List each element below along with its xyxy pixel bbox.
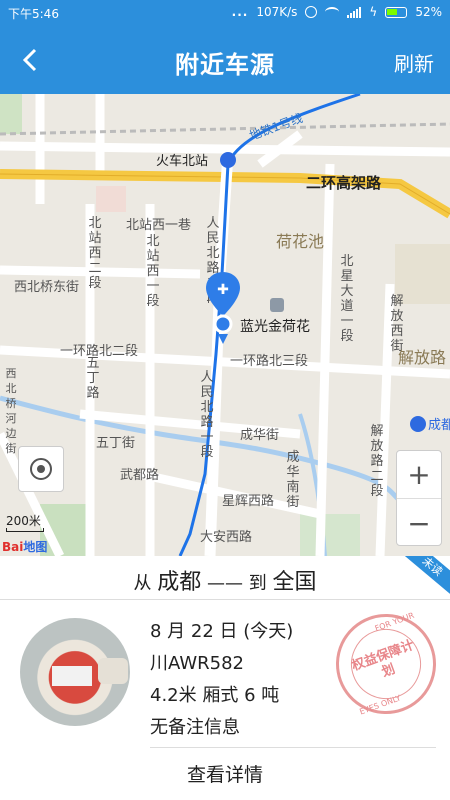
zoom-out-button[interactable]: − [397, 499, 441, 547]
zoom-in-button[interactable]: + [397, 451, 441, 499]
locate-button[interactable] [18, 446, 64, 492]
map-label-wudingjie: 五丁街 [96, 436, 136, 451]
more-notifications-icon: ... [231, 5, 249, 19]
logo-bai: Bai [2, 540, 24, 554]
map-label-n-s2: 北站西二段 [88, 216, 102, 291]
divider [150, 747, 436, 748]
map-label-n-s1: 北站西一段 [146, 234, 160, 309]
map-label-hehua: 荷花池 [276, 232, 325, 251]
status-bar: 下午5:46 ... 107K/s ϟ 52% [0, 0, 450, 26]
listing-card[interactable]: 8 月 22 日 (今天) 川AWR582 4.2米 厢式 6 吨 无备注信息 … [0, 599, 450, 800]
map-scale-label: 200米 [6, 514, 41, 528]
map-label-poi: 蓝光金荷花 [240, 319, 310, 335]
cargo-thumbnail[interactable] [20, 618, 130, 726]
map-label-chengdu: 成都 [428, 418, 450, 433]
listing-remark: 无备注信息 [150, 717, 240, 738]
map-label-chenghua-n: 成华南街 [286, 450, 300, 510]
logo-du: 地图 [23, 540, 48, 554]
map-view[interactable]: 地铁1号线 火车北站 二环高架路 北站西一巷 北站西二段 北站西一段 荷花池 人… [0, 94, 450, 556]
title-bar: 附近车源 刷新 [0, 26, 450, 94]
zoom-control: + − [396, 450, 442, 546]
route-from-city: 成都 [157, 570, 202, 595]
map-label-wudu: 武都路 [120, 468, 160, 483]
signal-icon [347, 6, 362, 18]
map-label-jiefang: 解放路 [398, 348, 447, 367]
charging-icon: ϟ [369, 5, 378, 19]
svg-text:✚: ✚ [217, 282, 229, 298]
map-label-renmin-n1: 人民北路一段 [200, 370, 214, 460]
map-label-ring1-n3: 一环路北三段 [230, 354, 309, 369]
battery-icon [385, 6, 408, 18]
alarm-icon [305, 6, 318, 18]
battery-percent: 52% [415, 5, 442, 19]
listing-date: 8 月 22 日 (今天) [150, 621, 294, 642]
refresh-button[interactable]: 刷新 [394, 48, 434, 77]
view-details-button[interactable]: 查看详情 [0, 760, 450, 787]
map-label-station: 火车北站 [156, 154, 209, 169]
location-pin-icon: ✚ [206, 272, 240, 344]
bottle-cap [98, 658, 128, 684]
route-from-word: 从 [133, 573, 152, 594]
map-label-xibei: 西北桥东街 [14, 280, 80, 295]
map-label-expressway: 二环高架路 [306, 174, 382, 192]
route-dash: —— [207, 573, 243, 594]
unread-badge: 未读 [402, 556, 450, 596]
bottle-label [52, 666, 92, 686]
map-label-jiefang-2: 解放路二段 [370, 424, 384, 499]
map-label-lane: 北站西一巷 [126, 218, 192, 233]
building-icon [270, 298, 284, 312]
map-label-wuding-road: 五丁路 [86, 356, 100, 401]
metro-icon [220, 152, 236, 168]
route-to-city: 全国 [272, 570, 317, 595]
map-label-chenghua: 成华街 [240, 428, 280, 443]
status-icons: ... 107K/s ϟ 52% [232, 5, 442, 19]
route-header: 从 成都 —— 到 全国 [0, 556, 450, 600]
map-label-xibei-side: 西北桥河边街 [5, 367, 17, 455]
guarantee-stamp: FOR YOUR 权益保障计划 EYES ONLY [321, 599, 450, 729]
map-label-daan: 大安西路 [200, 530, 253, 545]
map-scale-bar [6, 528, 44, 532]
map-label-beixing: 北星大道一段 [340, 254, 354, 344]
status-time: 下午5:46 [8, 7, 59, 21]
bus-icon [410, 416, 426, 432]
network-speed: 107K/s [256, 5, 298, 19]
map-label-xinghui: 星辉西路 [222, 494, 275, 509]
stamp-main-text: 权益保障计划 [341, 619, 431, 709]
route-to-word: 到 [248, 573, 267, 594]
listing-plate: 川AWR582 [150, 653, 244, 674]
wifi-icon [325, 7, 340, 17]
locate-icon [30, 458, 52, 480]
listing-spec: 4.2米 厢式 6 吨 [150, 685, 280, 706]
page-title: 附近车源 [175, 51, 275, 79]
listing-info: 8 月 22 日 (今天) 川AWR582 4.2米 厢式 6 吨 无备注信息 [150, 616, 293, 744]
baidu-map-logo: Bai地图 [2, 538, 47, 555]
unread-badge-wrap: 未读 [402, 556, 450, 600]
